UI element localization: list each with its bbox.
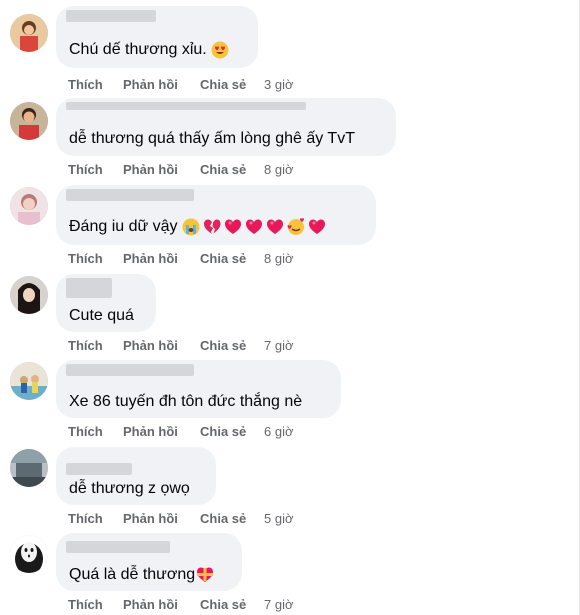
crying-face-emoji-icon: [182, 218, 200, 236]
heart-with-ribbon-icon: [197, 567, 214, 582]
share-button[interactable]: Chia sẻ: [200, 162, 264, 178]
comment-actions: Thích Phản hồi Chia sẻ 7 giờ: [68, 597, 294, 613]
comment-text: Xe 86 tuyến đh tôn đức thắng nè: [69, 393, 303, 410]
comment-actions: Thích Phản hồi Chia sẻ 7 giờ: [68, 338, 294, 354]
timestamp[interactable]: 3 giờ: [264, 77, 294, 93]
commenter-name-redacted[interactable]: [66, 189, 194, 201]
comment-text: dễ thương quá thấy ấm lòng ghê ấy TvT: [69, 130, 355, 147]
comment-bubble: dễ thương quá thấy ấm lòng ghê ấy TvT: [56, 98, 396, 156]
like-button[interactable]: Thích: [68, 511, 123, 527]
comment-bubble: dễ thương z ọwọ: [56, 447, 216, 505]
emoji-group: [182, 218, 326, 236]
comment-text: Đáng iu dữ vậy: [69, 217, 326, 237]
heart-icon: [308, 219, 325, 234]
reply-button[interactable]: Phản hồi: [123, 424, 200, 440]
comment-bubble: Cute quá: [56, 274, 156, 332]
broken-heart-icon: [203, 219, 221, 234]
like-button[interactable]: Thích: [68, 77, 123, 93]
timestamp[interactable]: 6 giờ: [264, 424, 294, 440]
commenter-name-redacted[interactable]: [66, 463, 132, 475]
comment-actions: Thích Phản hồi Chia sẻ 6 giờ: [68, 424, 294, 440]
like-button[interactable]: Thích: [68, 424, 123, 440]
reply-button[interactable]: Phản hồi: [123, 511, 200, 527]
timestamp[interactable]: 5 giờ: [264, 511, 294, 527]
timestamp[interactable]: 8 giờ: [264, 162, 294, 178]
timestamp[interactable]: 8 giờ: [264, 251, 294, 267]
avatar[interactable]: [10, 187, 48, 225]
comment-actions: Thích Phản hồi Chia sẻ 8 giờ: [68, 251, 294, 267]
reply-button[interactable]: Phản hồi: [123, 338, 200, 354]
timestamp[interactable]: 7 giờ: [264, 338, 294, 354]
reply-button[interactable]: Phản hồi: [123, 162, 200, 178]
commenter-name-redacted[interactable]: [66, 10, 156, 22]
avatar[interactable]: [10, 276, 48, 314]
comment-bubble: Quá là dễ thương: [56, 533, 242, 591]
comment-text: dễ thương z ọwọ: [69, 480, 190, 497]
like-button[interactable]: Thích: [68, 597, 123, 613]
commenter-name-redacted[interactable]: [66, 364, 194, 376]
comment-bubble: Chú dế thương xỉu.: [56, 6, 258, 68]
comment-text: Chú dế thương xỉu.: [69, 40, 229, 60]
comment-bubble: Đáng iu dữ vậy: [56, 185, 376, 245]
emoji-group: [211, 41, 229, 59]
commenter-name-redacted[interactable]: [66, 541, 170, 553]
reply-button[interactable]: Phản hồi: [123, 77, 200, 93]
smiling-face-with-hearts-icon: [287, 218, 304, 235]
heart-eyes-emoji-icon: [211, 41, 229, 59]
avatar[interactable]: [10, 449, 48, 487]
comment-text: Cute quá: [69, 307, 134, 324]
share-button[interactable]: Chia sẻ: [200, 424, 264, 440]
avatar[interactable]: [10, 362, 48, 400]
like-button[interactable]: Thích: [68, 338, 123, 354]
comment-bubble: Xe 86 tuyến đh tôn đức thắng nè: [56, 360, 341, 418]
heart-icon: [224, 219, 241, 234]
share-button[interactable]: Chia sẻ: [200, 511, 264, 527]
heart-icon: [245, 219, 262, 234]
commenter-name-redacted[interactable]: [66, 278, 112, 298]
heart-icon: [266, 219, 283, 234]
commenter-name-redacted[interactable]: [66, 102, 306, 110]
timestamp[interactable]: 7 giờ: [264, 597, 294, 613]
share-button[interactable]: Chia sẻ: [200, 77, 264, 93]
comment-actions: Thích Phản hồi Chia sẻ 5 giờ: [68, 511, 294, 527]
avatar[interactable]: [10, 535, 48, 573]
comment-actions: Thích Phản hồi Chia sẻ 3 giờ: [68, 77, 294, 93]
share-button[interactable]: Chia sẻ: [200, 338, 264, 354]
reply-button[interactable]: Phản hồi: [123, 251, 200, 267]
comment-text: Quá là dễ thương: [69, 565, 214, 585]
reply-button[interactable]: Phản hồi: [123, 597, 200, 613]
like-button[interactable]: Thích: [68, 251, 123, 267]
avatar[interactable]: [10, 14, 48, 52]
share-button[interactable]: Chia sẻ: [200, 597, 264, 613]
share-button[interactable]: Chia sẻ: [200, 251, 264, 267]
avatar[interactable]: [10, 102, 48, 140]
comment-actions: Thích Phản hồi Chia sẻ 8 giờ: [68, 162, 294, 178]
like-button[interactable]: Thích: [68, 162, 123, 178]
